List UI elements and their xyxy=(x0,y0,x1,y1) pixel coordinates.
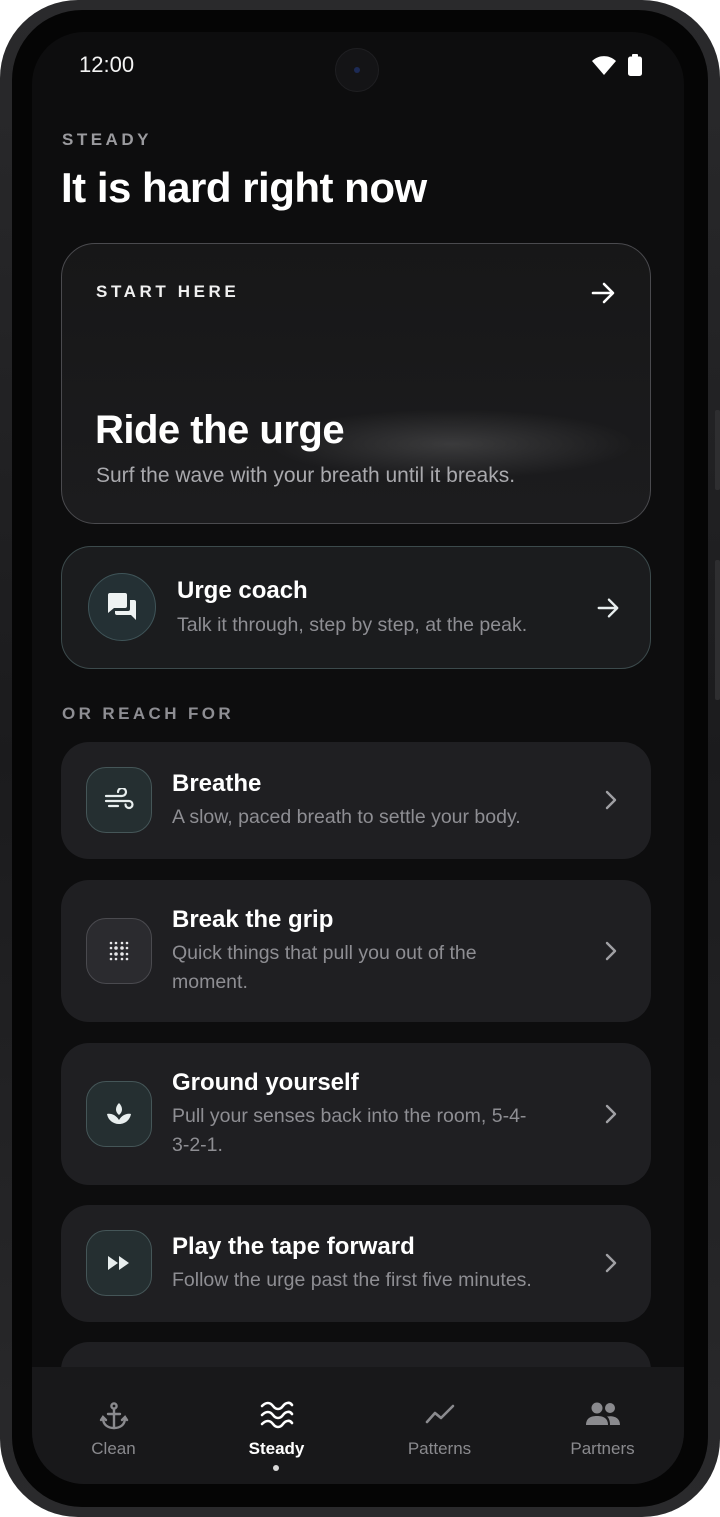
page-eyebrow: STEADY xyxy=(62,130,152,149)
hero-eyebrow: START HERE xyxy=(96,282,240,301)
tool-title: Play the tape forward xyxy=(172,1233,415,1260)
nav-item-clean[interactable]: Clean xyxy=(32,1367,195,1484)
ride-the-urge-card[interactable]: START HERE Ride the urge Surf the wave w… xyxy=(61,243,651,524)
tool-play-the-tape-forward[interactable]: Play the tape forward Follow the urge pa… xyxy=(61,1205,651,1322)
chevron-right-icon xyxy=(605,1104,617,1129)
tool-subtitle: Pull your senses back into the room, 5-4… xyxy=(172,1105,527,1156)
battery-icon xyxy=(628,54,642,81)
tool-subtitle: A slow, paced breath to settle your body… xyxy=(172,806,521,828)
dot-grid-icon xyxy=(86,918,152,984)
section-label: OR REACH FOR xyxy=(62,704,235,723)
nav-item-patterns[interactable]: Patterns xyxy=(358,1367,521,1484)
nav-label: Patterns xyxy=(407,1439,472,1458)
front-camera xyxy=(335,48,379,92)
tool-ground-yourself[interactable]: Ground yourself Pull your senses back in… xyxy=(61,1043,651,1185)
chevron-right-icon xyxy=(605,790,617,815)
wifi-icon xyxy=(592,55,616,80)
arrow-right-icon xyxy=(590,280,616,311)
nav-item-steady[interactable]: Steady xyxy=(195,1367,358,1484)
chevron-right-icon xyxy=(605,941,617,966)
tool-subtitle: Follow the urge past the first five minu… xyxy=(172,1269,532,1291)
chat-bubbles-icon xyxy=(88,573,156,641)
active-indicator-dot xyxy=(273,1465,279,1471)
app-screen: 12:00 STEADY It is hard right now START … xyxy=(32,32,684,1484)
nav-label: Clean xyxy=(91,1439,136,1458)
status-icons xyxy=(592,54,642,81)
hero-subtitle: Surf the wave with your breath until it … xyxy=(96,464,516,487)
side-button-volume xyxy=(715,560,720,700)
bottom-nav: Clean Steady Patterns Partners xyxy=(32,1367,684,1484)
coach-title: Urge coach xyxy=(177,577,308,604)
fast-forward-icon xyxy=(86,1230,152,1296)
nav-label: Steady xyxy=(248,1439,305,1458)
arrow-right-icon xyxy=(596,596,620,625)
people-icon xyxy=(521,1401,684,1427)
trend-line-icon xyxy=(358,1401,521,1427)
waves-icon xyxy=(195,1401,358,1429)
tool-title: Break the grip xyxy=(172,906,334,933)
status-time: 12:00 xyxy=(79,52,135,77)
tool-title: Breathe xyxy=(172,770,262,797)
coach-subtitle: Talk it through, step by step, at the pe… xyxy=(177,614,528,636)
wind-icon xyxy=(86,767,152,833)
tool-breathe[interactable]: Breathe A slow, paced breath to settle y… xyxy=(61,742,651,859)
tool-title: Ground yourself xyxy=(172,1069,359,1096)
side-button-power xyxy=(715,410,720,490)
lotus-icon xyxy=(86,1081,152,1147)
page-title: It is hard right now xyxy=(61,164,427,211)
urge-coach-card[interactable]: Urge coach Talk it through, step by step… xyxy=(61,546,651,669)
tool-subtitle: Quick things that pull you out of the mo… xyxy=(172,942,477,993)
hero-title: Ride the urge xyxy=(95,408,345,452)
chevron-right-icon xyxy=(605,1253,617,1278)
anchor-icon xyxy=(32,1401,195,1431)
nav-label: Partners xyxy=(570,1439,635,1458)
tool-break-the-grip[interactable]: Break the grip Quick things that pull yo… xyxy=(61,880,651,1022)
nav-item-partners[interactable]: Partners xyxy=(521,1367,684,1484)
phone-frame: 12:00 STEADY It is hard right now START … xyxy=(0,0,720,1517)
